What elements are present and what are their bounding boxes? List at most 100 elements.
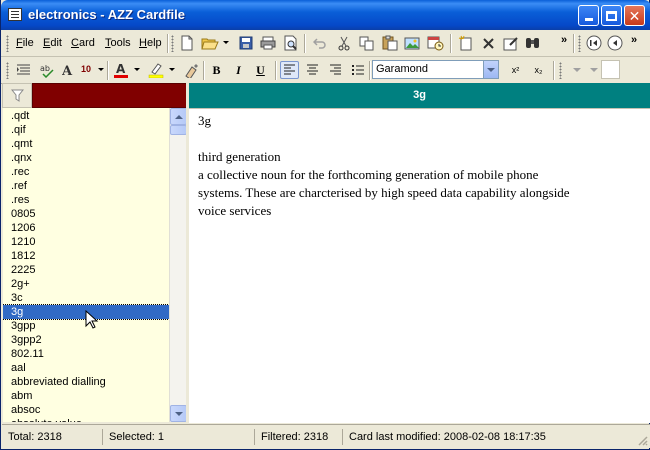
highlight-color-button[interactable]	[146, 61, 165, 79]
list-item[interactable]: 1812	[3, 249, 169, 263]
insert-date-button[interactable]	[426, 34, 445, 52]
card-properties-button[interactable]	[501, 34, 520, 52]
card-editor[interactable]: 3g third generation a collective noun fo…	[189, 108, 650, 423]
new-card-button[interactable]	[456, 34, 475, 52]
minimize-button[interactable]	[578, 5, 599, 26]
align-left-button[interactable]	[280, 61, 299, 79]
list-item[interactable]: 0805	[3, 207, 169, 221]
list-item[interactable]: .qif	[3, 123, 169, 137]
font-name-dropdown-button[interactable]	[483, 61, 498, 78]
highlight-dropdown-arrow[interactable]	[169, 68, 175, 71]
close-button[interactable]: ✕	[624, 5, 645, 26]
insert-picture-button[interactable]	[403, 34, 422, 52]
new-file-button[interactable]	[177, 34, 196, 52]
mouse-cursor-icon	[85, 310, 99, 329]
card-list-scrollbar[interactable]	[169, 108, 187, 422]
align-right-button[interactable]	[326, 61, 345, 79]
nav-toolbar-grip[interactable]	[578, 35, 581, 52]
highlighter-icon	[148, 63, 163, 78]
paragraph-format-button[interactable]	[14, 61, 33, 79]
subscript-button[interactable]: x₂	[529, 61, 548, 79]
cut-button[interactable]	[334, 34, 353, 52]
toolbar-grip[interactable]	[171, 35, 174, 52]
list-item[interactable]: 3c	[3, 291, 169, 305]
bullet-list-button[interactable]	[348, 61, 367, 79]
menu-edit[interactable]: Edit	[43, 37, 62, 49]
toolbar-overflow-chevron[interactable]: »	[561, 34, 567, 46]
list-item[interactable]: .qnx	[3, 151, 169, 165]
list-item[interactable]: 1206	[3, 221, 169, 235]
format-toolbar-grip[interactable]	[6, 62, 9, 79]
filter-input[interactable]	[32, 83, 188, 108]
separator	[107, 61, 108, 80]
open-file-button[interactable]	[200, 34, 219, 52]
font-name-combo[interactable]: Garamond	[372, 60, 499, 79]
menu-file[interactable]: File	[16, 37, 34, 49]
font-color-icon: A	[113, 62, 128, 78]
separator	[167, 34, 168, 53]
clear-format-button[interactable]	[181, 61, 200, 79]
menu-help[interactable]: Help	[139, 37, 162, 49]
align-center-button[interactable]	[303, 61, 322, 79]
card-header: 3g	[189, 83, 650, 108]
maximize-button[interactable]	[601, 5, 622, 26]
open-dropdown-arrow[interactable]	[223, 41, 229, 44]
superscript-button[interactable]: x²	[506, 61, 525, 79]
print-preview-button[interactable]	[281, 34, 300, 52]
list-item[interactable]: .ref	[3, 179, 169, 193]
funnel-filter-icon	[10, 89, 24, 102]
find-button[interactable]	[523, 34, 542, 52]
bold-button[interactable]: B	[207, 61, 226, 79]
print-button[interactable]	[258, 34, 277, 52]
list-item[interactable]: .qmt	[3, 137, 169, 151]
list-item[interactable]: absolute value	[3, 417, 169, 422]
undo-button[interactable]	[310, 34, 329, 52]
list-item[interactable]: 802.11	[3, 347, 169, 361]
svg-text:ab: ab	[40, 64, 50, 73]
resize-grip-icon[interactable]	[636, 434, 648, 446]
card-list[interactable]: .qdt .qif .qmt .qnx .rec .ref .res 0805 1206 1210…	[3, 108, 169, 422]
list-item[interactable]: .res	[3, 193, 169, 207]
dropdown-arrow-icon	[589, 68, 598, 72]
list-item[interactable]: aal	[3, 361, 169, 375]
previous-card-button[interactable]	[605, 34, 624, 52]
list-item[interactable]: .qdt	[3, 109, 169, 123]
underline-button[interactable]: U	[251, 61, 270, 79]
list-item[interactable]: absoc	[3, 403, 169, 417]
copy-button[interactable]	[357, 34, 376, 52]
cardfile-app-icon[interactable]	[8, 8, 22, 21]
spell-check-button[interactable]: ab	[37, 61, 56, 79]
italic-button[interactable]: I	[229, 61, 248, 79]
list-item[interactable]: 3gpp2	[3, 333, 169, 347]
menu-card[interactable]: Card	[71, 37, 95, 49]
menu-tools[interactable]: Tools	[105, 37, 131, 49]
paste-button[interactable]	[380, 34, 399, 52]
save-button[interactable]	[236, 34, 255, 52]
misc-toolbar-grip[interactable]	[559, 62, 562, 79]
font-name-value: Garamond	[376, 63, 428, 75]
font-color-button[interactable]: A	[111, 61, 130, 79]
list-item[interactable]: abm	[3, 389, 169, 403]
scroll-thumb[interactable]	[170, 125, 187, 135]
list-item[interactable]: 2g+	[3, 277, 169, 291]
title-bar[interactable]: electronics - AZZ Cardfile ✕	[1, 0, 650, 30]
font-size-dropdown-arrow[interactable]	[98, 68, 104, 71]
blank-input-field[interactable]	[601, 60, 620, 79]
list-item[interactable]: .rec	[3, 165, 169, 179]
font-size-button[interactable]: A	[59, 61, 78, 79]
binoculars-icon	[525, 38, 539, 48]
menubar-grip[interactable]	[6, 35, 9, 52]
font-color-dropdown-arrow[interactable]	[134, 68, 140, 71]
scroll-up-button[interactable]	[170, 108, 187, 125]
list-item[interactable]: 2225	[3, 263, 169, 277]
delete-card-button[interactable]	[479, 34, 498, 52]
eraser-brush-icon	[184, 63, 198, 78]
list-item[interactable]: abbreviated dialling	[3, 375, 169, 389]
font-size-value[interactable]: 10	[81, 64, 91, 74]
nav-toolbar-overflow-chevron[interactable]: »	[631, 34, 637, 46]
list-item[interactable]: 1210	[3, 235, 169, 249]
scroll-down-button[interactable]	[170, 405, 187, 422]
filter-button[interactable]	[2, 83, 32, 108]
first-card-button[interactable]	[584, 34, 603, 52]
separator	[203, 61, 204, 80]
